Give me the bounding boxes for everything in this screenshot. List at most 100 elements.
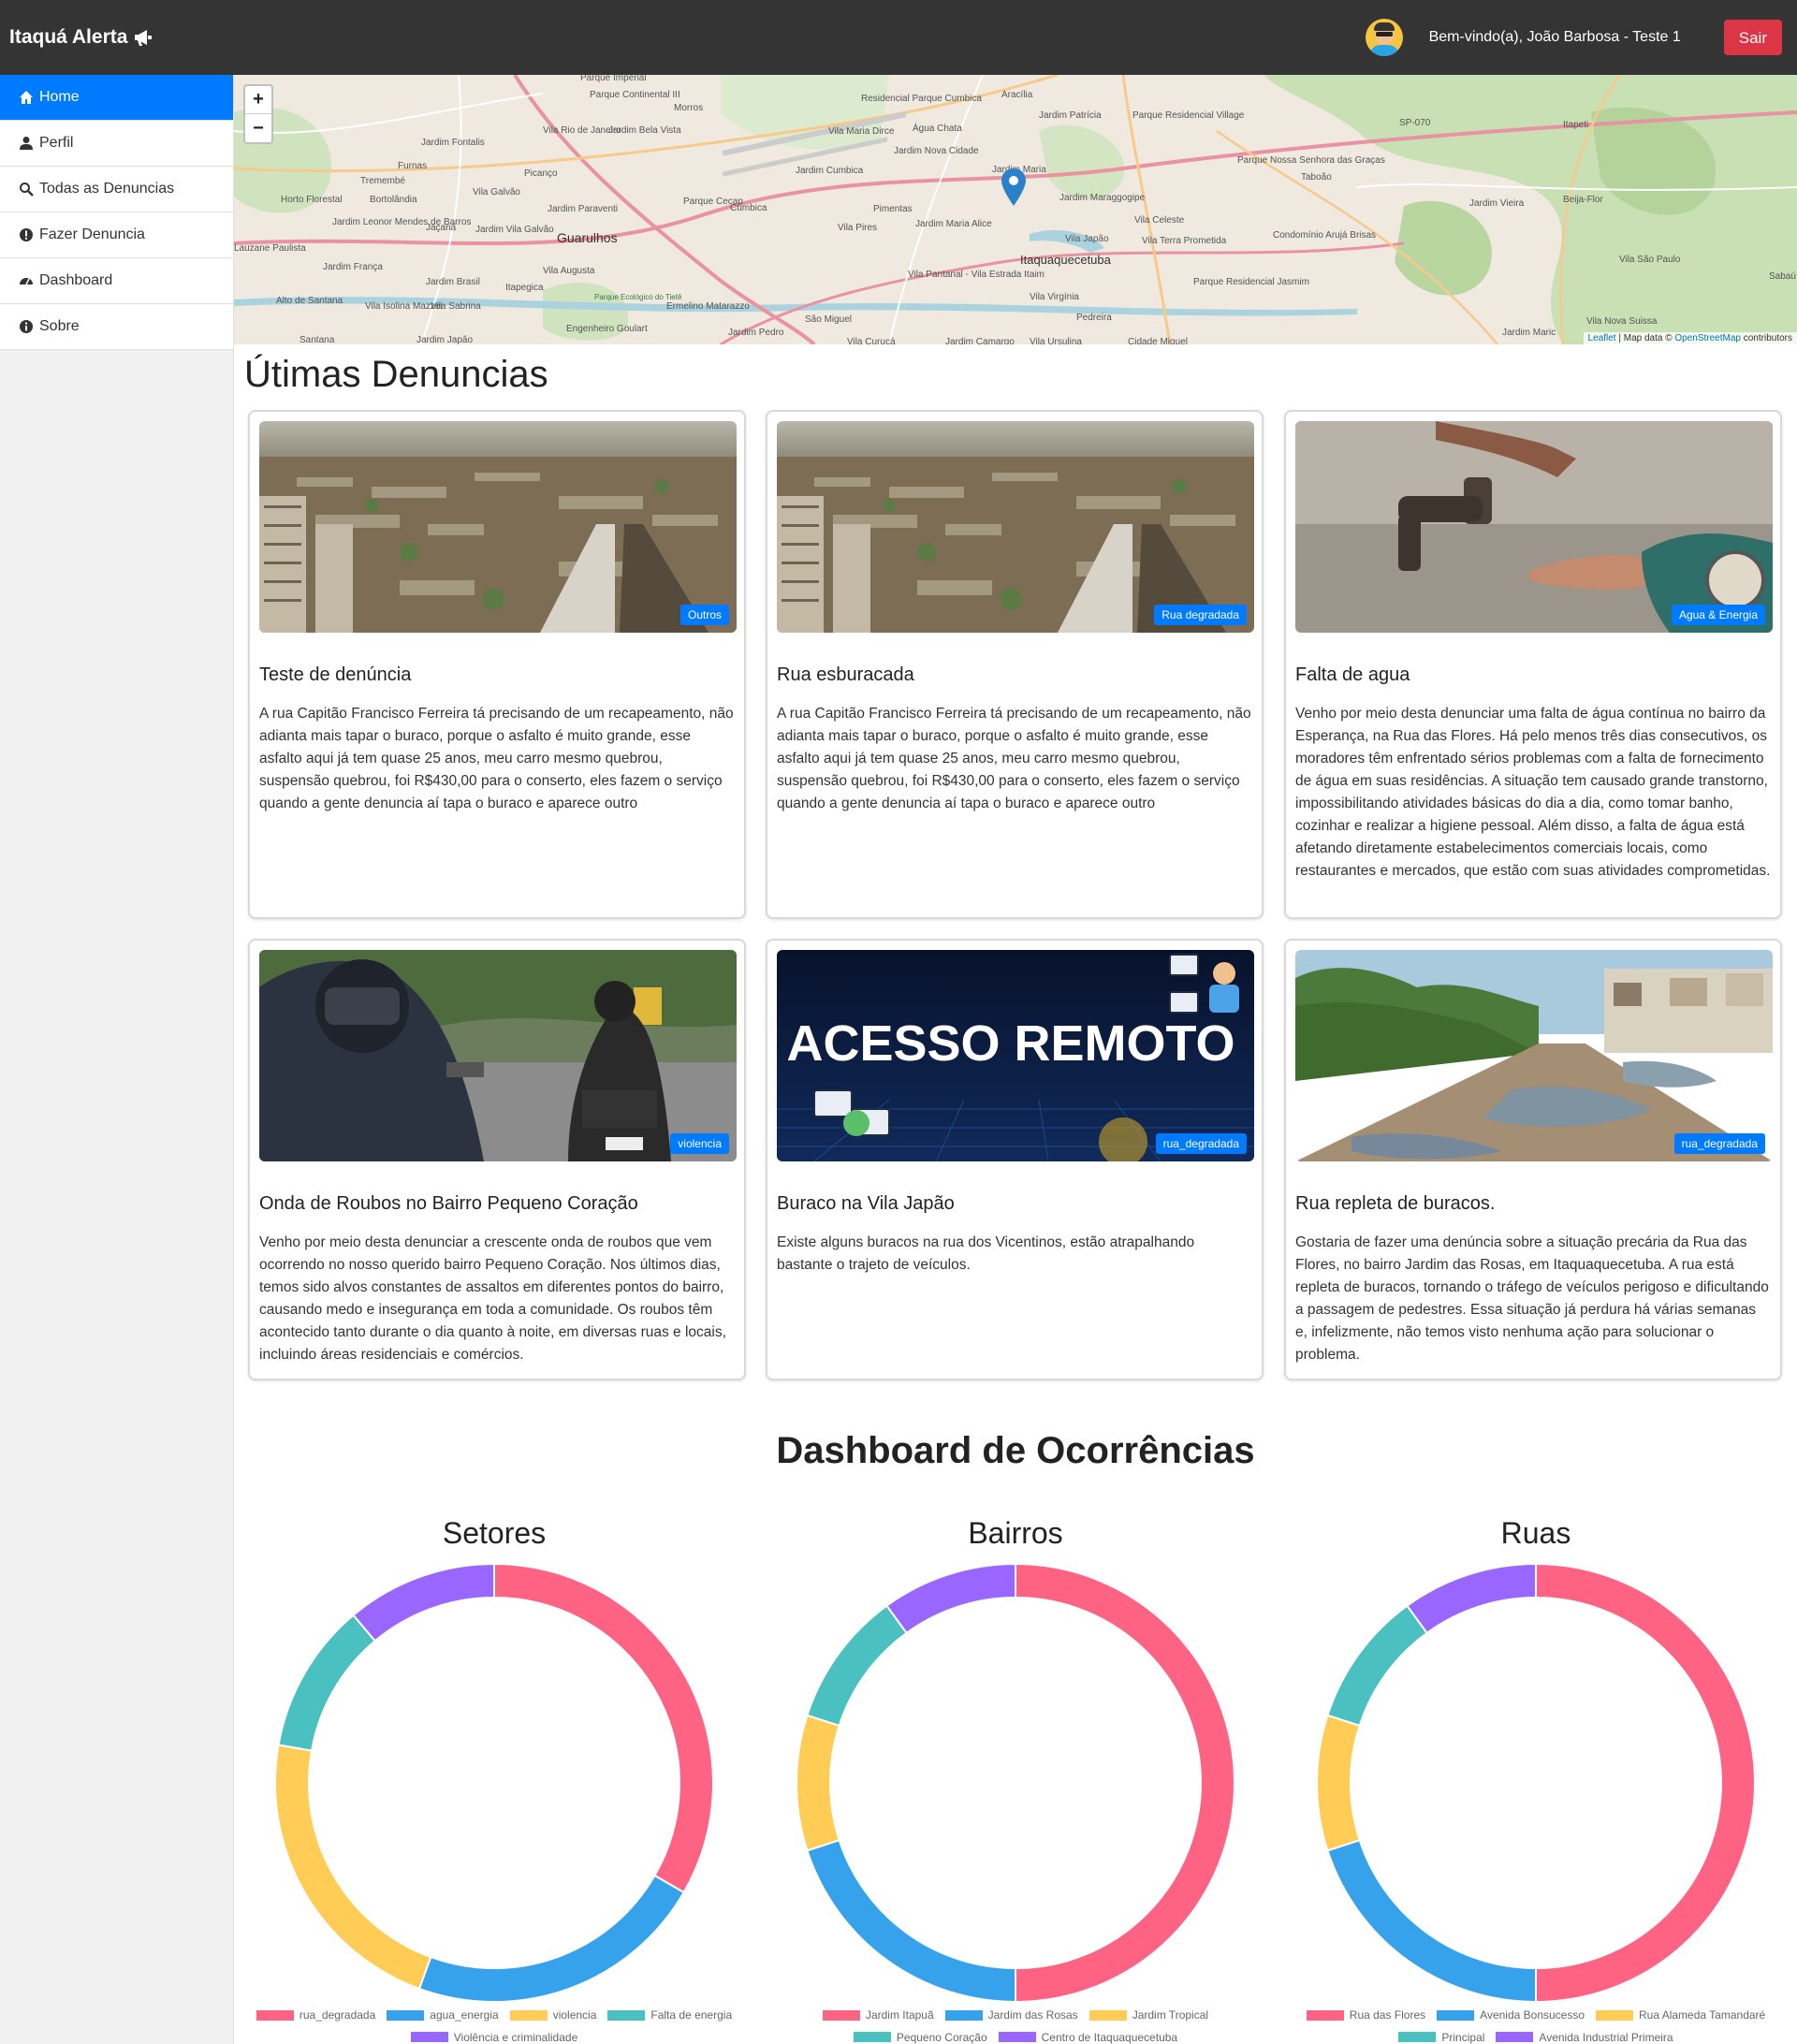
doughnut-slice[interactable] <box>493 1563 714 1894</box>
card-title: Falta de agua <box>1295 664 1410 685</box>
doughnut-slice[interactable] <box>417 1874 686 2003</box>
map-label: Água Chata <box>913 122 962 134</box>
map[interactable]: Parque Continental III Parque Imperial M… <box>234 75 1797 344</box>
attribution-suffix: contributors <box>1740 333 1792 343</box>
user-icon <box>20 137 33 150</box>
map-label: Parque Continental III <box>590 90 680 100</box>
map-label: Beija-Flor <box>1563 195 1603 205</box>
complaint-card[interactable]: rua_degradada Rua repleta de buracos. Go… <box>1284 939 1782 1380</box>
top-navbar: Itaquá Alerta Bem-vindo(a), João Barbosa… <box>0 0 1797 75</box>
legend-item[interactable]: Centro de Itaquaquecetuba <box>998 2027 1177 2044</box>
doughnut-slice[interactable] <box>1406 1563 1537 1635</box>
legend-item[interactable]: Avenida Industrial Primeira <box>1496 2027 1673 2044</box>
logout-button[interactable]: Sair <box>1723 20 1782 55</box>
avatar <box>1365 19 1403 56</box>
legend-item[interactable]: Falta de energia <box>607 2005 732 2025</box>
map-label: Jaçanã <box>426 223 457 233</box>
map-label: Taboão <box>1301 172 1332 182</box>
sidebar-item-dashboard[interactable]: Dashboard <box>0 258 233 304</box>
complaint-card[interactable]: violencia Onda de Roubos no Bairro Peque… <box>248 939 746 1380</box>
doughnut-chart[interactable] <box>274 1563 714 2003</box>
map-label: Vila Curuçá <box>847 337 896 344</box>
exclamation-icon <box>20 228 33 241</box>
legend-item[interactable]: violencia <box>509 2005 597 2025</box>
card-title: Rua repleta de buracos. <box>1295 1193 1496 1214</box>
legend-item[interactable]: Avenida Bonsucesso <box>1437 2005 1585 2025</box>
legend-label: Avenida Bonsucesso <box>1480 2008 1585 2022</box>
map-label: Vila Nova Suissa <box>1586 316 1658 327</box>
legend-label: Principal <box>1441 2030 1485 2044</box>
map-label: Bortolândia <box>370 195 417 205</box>
doughnut-slice[interactable] <box>277 1613 377 1752</box>
map-label: Parque Imperial <box>580 75 647 83</box>
complaint-card[interactable]: Rua degradada Rua esburacada A rua Capit… <box>766 410 1264 919</box>
zoom-out-button[interactable]: − <box>245 114 271 142</box>
legend-item[interactable]: agua_energia <box>387 2005 499 2025</box>
legend-label: Falta de energia <box>650 2008 733 2022</box>
doughnut-slice[interactable] <box>806 1604 909 1728</box>
card-title: Buraco na Vila Japão <box>777 1193 955 1214</box>
sidebar-item-label: Todas as Denuncias <box>39 181 175 197</box>
card-description: A rua Capitão Francisco Ferreira tá prec… <box>777 706 1251 811</box>
chart-title: Bairros <box>968 1516 1063 1550</box>
dashboard-icon <box>20 278 33 285</box>
legend-item[interactable]: Rua das Flores <box>1306 2005 1425 2025</box>
sidebar-item-label: Home <box>39 89 80 105</box>
doughnut-chart[interactable] <box>1316 1563 1756 2003</box>
leaflet-link[interactable]: Leaflet <box>1588 333 1616 343</box>
legend-item[interactable]: Rua Alameda Tamandaré <box>1596 2005 1765 2025</box>
map-label: Parque Residencial Jasmim <box>1193 277 1309 287</box>
legend-label: violencia <box>552 2008 597 2022</box>
doughnut-slice[interactable] <box>1015 1563 1235 2003</box>
map-marker-icon[interactable] <box>1001 168 1026 206</box>
doughnut-chart[interactable] <box>796 1563 1235 2003</box>
brand[interactable]: Itaquá Alerta <box>9 26 153 49</box>
map-label: Parque Ecológico do Tietê <box>594 293 682 301</box>
zoom-control: + − <box>243 84 273 144</box>
doughnut-slice[interactable] <box>885 1563 1016 1635</box>
doughnut-slice[interactable] <box>1326 1604 1429 1728</box>
complaint-card[interactable]: Outros Teste de denúncia A rua Capitão F… <box>248 410 746 919</box>
doughnut-slice[interactable] <box>806 1838 1016 2003</box>
legend-item[interactable]: rua_degradada <box>256 2005 375 2025</box>
chart-legend: Rua das Flores Avenida Bonsucesso Rua Alam… <box>1283 2005 1789 2044</box>
legend-item[interactable]: Jardim Itapuã <box>822 2005 934 2025</box>
legend-swatch <box>822 2009 860 2021</box>
chart-ruas: Ruas Rua das Flores Avenida Bonsucesso Rua… <box>1283 1516 1789 2044</box>
map-label: Jardim Maric <box>1502 328 1556 338</box>
flooded-road-image: rua_degradada <box>1295 950 1773 1161</box>
sidebar-item-home[interactable]: Home <box>0 75 233 121</box>
legend-item[interactable]: Jardim Tropical <box>1088 2005 1208 2025</box>
doughnut-slice[interactable] <box>796 1714 840 1852</box>
map-label: Pedreira <box>1076 313 1112 323</box>
osm-link[interactable]: OpenStreetMap <box>1674 333 1741 343</box>
map-label: Lauzane Paulista <box>234 243 306 254</box>
complaint-card[interactable]: Agua & Energia Falta de agua Venho por m… <box>1284 410 1782 919</box>
zoom-in-button[interactable]: + <box>245 86 271 114</box>
info-icon <box>20 320 33 333</box>
sidebar-item-sobre[interactable]: Sobre <box>0 304 233 350</box>
legend-item[interactable]: Principal <box>1398 2027 1484 2044</box>
legend-swatch <box>387 2009 425 2021</box>
doughnut-slice[interactable] <box>352 1563 495 1642</box>
doughnut-slice[interactable] <box>1316 1714 1361 1852</box>
chart-bairros: Bairros Jardim Itapuã Jardim das Rosas Jar… <box>763 1516 1268 2044</box>
chart-title: Setores <box>442 1516 547 1550</box>
brand-name[interactable]: Itaquá Alerta <box>9 26 127 49</box>
legend-item[interactable]: Violência e criminalidade <box>410 2027 578 2044</box>
sidebar-item-todas-denuncias[interactable]: Todas as Denuncias <box>0 167 233 212</box>
sidebar-item-fazer-denuncia[interactable]: Fazer Denuncia <box>0 212 233 258</box>
legend-swatch <box>998 2032 1036 2042</box>
legend-item[interactable]: Jardim das Rosas <box>944 2005 1078 2025</box>
sidebar-item-perfil[interactable]: Perfil <box>0 121 233 167</box>
map-label: Parque Nossa Senhora das Graças <box>1237 155 1385 166</box>
legend-item[interactable]: Pequeno Coração <box>853 2027 987 2044</box>
sidebar-item-label: Perfil <box>39 135 74 151</box>
map-label: Furnas <box>398 161 427 171</box>
doughnut-slice[interactable] <box>1535 1563 1756 2003</box>
complaint-card[interactable]: ACESSO REMOTO rua_degradada Buraco na Vi… <box>766 939 1264 1380</box>
doughnut-slice[interactable] <box>1326 1838 1537 2003</box>
doughnut-slice[interactable] <box>274 1744 432 1991</box>
legend-label: Violência e criminalidade <box>453 2030 578 2044</box>
map-label: Morros <box>674 103 703 113</box>
